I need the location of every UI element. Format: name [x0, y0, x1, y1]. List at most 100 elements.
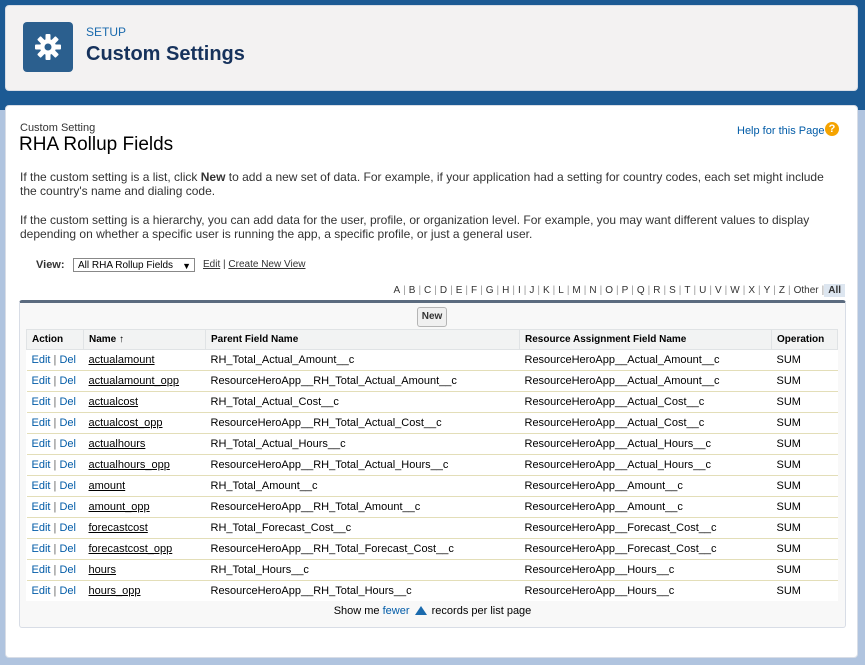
- alpha-filter-a[interactable]: A: [390, 285, 403, 296]
- view-select[interactable]: All RHA Rollup Fields ▼: [73, 258, 195, 272]
- alpha-filter-d[interactable]: D: [437, 285, 450, 296]
- alpha-filter-n[interactable]: N: [586, 285, 599, 296]
- custom-setting-panel: Custom Setting RHA Rollup Fields Help fo…: [5, 105, 858, 658]
- setting-name-link[interactable]: actualamount_opp: [89, 375, 180, 387]
- delete-link[interactable]: Del: [59, 585, 76, 597]
- help-icon[interactable]: ?: [825, 122, 839, 136]
- edit-link[interactable]: Edit: [32, 459, 51, 471]
- alpha-filter-l[interactable]: L: [555, 285, 567, 296]
- name-cell: amount_opp: [83, 496, 206, 518]
- setting-name-link[interactable]: forecastcost: [89, 522, 148, 534]
- edit-link[interactable]: Edit: [32, 396, 51, 408]
- delete-link[interactable]: Del: [59, 417, 76, 429]
- alpha-filter-k[interactable]: K: [540, 285, 553, 296]
- edit-link[interactable]: Edit: [32, 417, 51, 429]
- edit-link[interactable]: Edit: [32, 438, 51, 450]
- delete-link[interactable]: Del: [59, 501, 76, 513]
- row-actions: Edit | Del: [26, 391, 84, 413]
- new-button[interactable]: New: [417, 307, 447, 327]
- delete-link[interactable]: Del: [59, 543, 76, 555]
- table-row: Edit | Del amount RH_Total_Amount__c Resour…: [26, 475, 838, 497]
- setting-name-link[interactable]: actualcost: [89, 396, 139, 408]
- edit-link[interactable]: Edit: [32, 501, 51, 513]
- view-selected-value: All RHA Rollup Fields: [78, 260, 174, 271]
- alpha-filter-r[interactable]: R: [650, 285, 663, 296]
- edit-link[interactable]: Edit: [32, 375, 51, 387]
- edit-link[interactable]: Edit: [32, 354, 51, 366]
- page-title: RHA Rollup Fields: [19, 134, 174, 155]
- alpha-filter-v[interactable]: V: [712, 285, 725, 296]
- setting-name-link[interactable]: forecastcost_opp: [89, 543, 173, 555]
- alpha-filter-i[interactable]: I: [515, 285, 524, 296]
- edit-link[interactable]: Edit: [32, 585, 51, 597]
- setting-name-link[interactable]: amount: [89, 480, 126, 492]
- delete-link[interactable]: Del: [59, 522, 76, 534]
- resource-field-cell: ResourceHeroApp__Actual_Amount__c: [519, 370, 772, 392]
- setting-name-link[interactable]: actualamount: [89, 354, 155, 366]
- delete-link[interactable]: Del: [59, 438, 76, 450]
- edit-view-link[interactable]: Edit: [203, 259, 220, 270]
- column-header-operation: Operation: [771, 329, 838, 350]
- table-row: Edit | Del actualhours_opp ResourceHeroApp…: [26, 454, 838, 476]
- alpha-filter-w[interactable]: W: [727, 285, 742, 296]
- delete-link[interactable]: Del: [59, 354, 76, 366]
- resource-field-cell: ResourceHeroApp__Amount__c: [519, 496, 772, 518]
- alpha-filter-q[interactable]: Q: [634, 285, 648, 296]
- setup-header: SETUP Custom Settings: [5, 5, 858, 91]
- setting-name-link[interactable]: hours: [89, 564, 117, 576]
- table-row: Edit | Del actualcost RH_Total_Actual_Cost…: [26, 391, 838, 413]
- row-actions: Edit | Del: [26, 454, 84, 476]
- edit-link[interactable]: Edit: [32, 480, 51, 492]
- edit-link[interactable]: Edit: [32, 543, 51, 555]
- alpha-filter-j[interactable]: J: [526, 285, 537, 296]
- description-list: If the custom setting is a list, click N…: [20, 170, 835, 198]
- alpha-filter-f[interactable]: F: [468, 285, 480, 296]
- delete-link[interactable]: Del: [59, 480, 76, 492]
- action-separator: |: [53, 585, 57, 597]
- alpha-filter-x[interactable]: X: [745, 285, 758, 296]
- view-link-separator: |: [223, 259, 226, 270]
- delete-link[interactable]: Del: [59, 564, 76, 576]
- alpha-filter-h[interactable]: H: [499, 285, 512, 296]
- alpha-filter-s[interactable]: S: [666, 285, 679, 296]
- setup-eyebrow: SETUP: [86, 25, 127, 39]
- setting-name-link[interactable]: actualcost_opp: [89, 417, 163, 429]
- help-link[interactable]: Help for this Page: [737, 125, 824, 137]
- setting-name-link[interactable]: hours_opp: [89, 585, 141, 597]
- delete-link[interactable]: Del: [59, 459, 76, 471]
- gear-icon: [23, 22, 73, 72]
- table-row: Edit | Del forecastcost RH_Total_Forecast_…: [26, 517, 838, 539]
- delete-link[interactable]: Del: [59, 375, 76, 387]
- operation-cell: SUM: [771, 559, 838, 581]
- alpha-filter-m[interactable]: M: [569, 285, 583, 296]
- operation-cell: SUM: [771, 517, 838, 539]
- alpha-filter-c[interactable]: C: [421, 285, 434, 296]
- alpha-filter-e[interactable]: E: [453, 285, 466, 296]
- resource-field-cell: ResourceHeroApp__Actual_Amount__c: [519, 349, 772, 371]
- edit-link[interactable]: Edit: [32, 564, 51, 576]
- alpha-filter-b[interactable]: B: [406, 285, 419, 296]
- resource-field-cell: ResourceHeroApp__Actual_Cost__c: [519, 391, 772, 413]
- fewer-link[interactable]: fewer: [383, 605, 410, 617]
- delete-link[interactable]: Del: [59, 396, 76, 408]
- alpha-filter-other[interactable]: Other: [791, 285, 822, 296]
- alpha-filter-t[interactable]: T: [681, 285, 693, 296]
- alpha-filter-u[interactable]: U: [696, 285, 709, 296]
- edit-link[interactable]: Edit: [32, 522, 51, 534]
- header-title: Custom Settings: [86, 43, 245, 65]
- alpha-filter-all[interactable]: All: [824, 284, 845, 297]
- column-header-name[interactable]: Name ↑: [83, 329, 206, 350]
- alpha-filter-z[interactable]: Z: [776, 285, 788, 296]
- arrow-up-icon[interactable]: [414, 606, 427, 615]
- alpha-filter-o[interactable]: O: [602, 285, 616, 296]
- setting-name-link[interactable]: amount_opp: [89, 501, 150, 513]
- alpha-filter-y[interactable]: Y: [761, 285, 774, 296]
- parent-field-cell: RH_Total_Amount__c: [205, 475, 520, 497]
- table-row: Edit | Del actualcost_opp ResourceHeroApp_…: [26, 412, 838, 434]
- setting-name-link[interactable]: actualhours: [89, 438, 146, 450]
- alpha-filter-p[interactable]: P: [619, 285, 632, 296]
- create-view-link[interactable]: Create New View: [228, 259, 305, 270]
- alpha-filter-g[interactable]: G: [483, 285, 497, 296]
- parent-field-cell: ResourceHeroApp__RH_Total_Actual_Amount_…: [205, 370, 520, 392]
- setting-name-link[interactable]: actualhours_opp: [89, 459, 170, 471]
